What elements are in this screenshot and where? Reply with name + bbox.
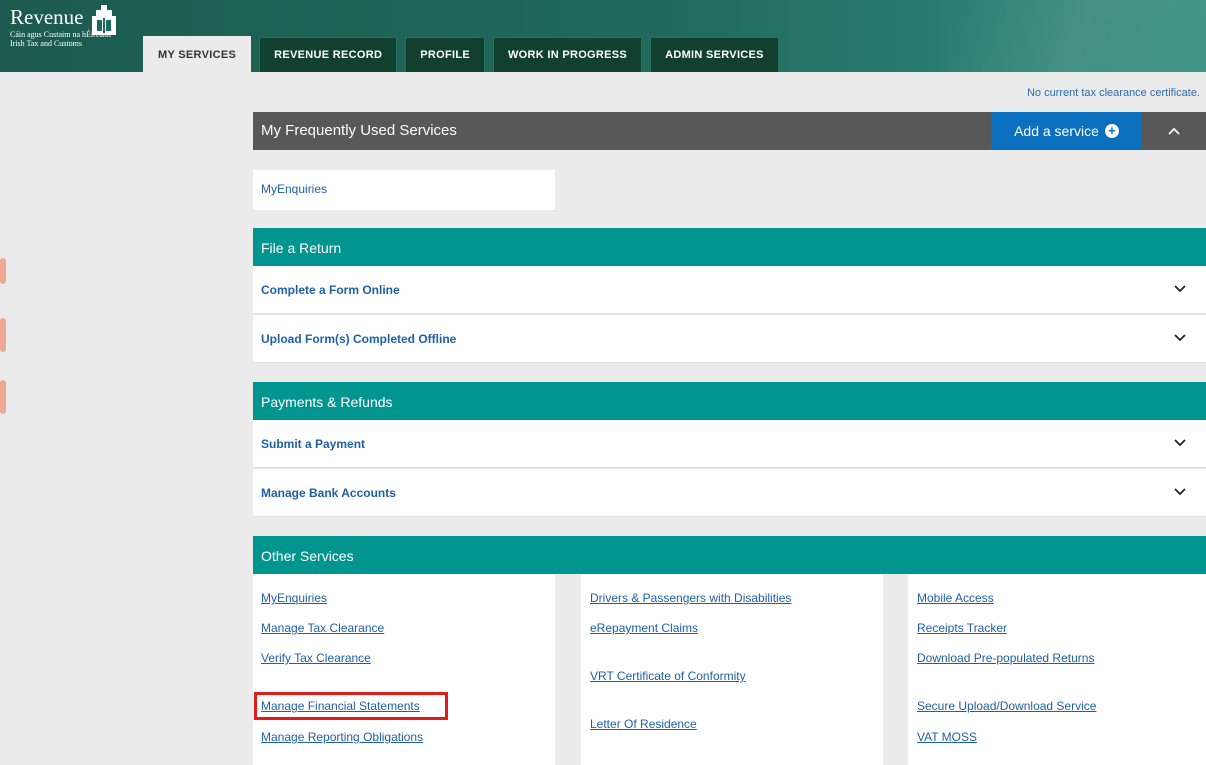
plus-circle-icon: + [1104, 124, 1119, 138]
main-nav-tabs: MY SERVICES REVENUE RECORD PROFILE WORK … [143, 36, 787, 72]
chevron-down-icon [1174, 285, 1186, 293]
tab-admin-services[interactable]: ADMIN SERVICES [650, 37, 779, 72]
edge-decoration [0, 318, 6, 352]
top-header: Revenue Cáin agus Custaim na hÉireann Ir… [0, 0, 1206, 72]
tab-revenue-record[interactable]: REVENUE RECORD [259, 37, 398, 72]
frequent-services-title: My Frequently Used Services [261, 122, 457, 139]
link-manage-reporting-obligations[interactable]: Manage Reporting Obligations [261, 730, 423, 744]
add-service-label: Add a service [1014, 123, 1099, 139]
link-erepayment-claims[interactable]: eRepayment Claims [590, 621, 698, 635]
highlight-box [254, 692, 448, 720]
link-vat-moss[interactable]: VAT MOSS [917, 730, 977, 744]
link-vrt-certificate[interactable]: VRT Certificate of Conformity [590, 669, 746, 683]
section-other-services: Other Services [253, 536, 1206, 574]
link-letter-of-residence[interactable]: Letter Of Residence [590, 717, 697, 731]
link-verify-tax-clearance[interactable]: Verify Tax Clearance [261, 651, 371, 665]
section-file-a-return: File a Return [253, 228, 1206, 266]
add-service-button[interactable]: Add a service + [991, 112, 1142, 150]
accordion-label: Upload Form(s) Completed Offline [261, 332, 457, 346]
section-payments-refunds: Payments & Refunds [253, 382, 1206, 420]
edge-decoration [0, 258, 6, 284]
accordion-label: Manage Bank Accounts [261, 486, 396, 500]
accordion-label: Submit a Payment [261, 437, 366, 451]
link-manage-tax-clearance[interactable]: Manage Tax Clearance [261, 621, 384, 635]
accordion-label: Complete a Form Online [261, 283, 400, 297]
chevron-down-icon [1174, 488, 1186, 496]
accordion-manage-bank-accounts[interactable]: Manage Bank Accounts [253, 469, 1206, 517]
accordion-complete-form-online[interactable]: Complete a Form Online [253, 266, 1206, 314]
collapse-button[interactable] [1142, 112, 1206, 150]
link-mobile-access[interactable]: Mobile Access [917, 591, 994, 605]
link-receipts-tracker[interactable]: Receipts Tracker [917, 621, 1007, 635]
link-drivers-passengers-disabilities[interactable]: Drivers & Passengers with Disabilities [590, 591, 791, 605]
tab-profile[interactable]: PROFILE [405, 37, 485, 72]
frequent-tile-myenquiries[interactable]: MyEnquiries [253, 170, 555, 210]
chevron-down-icon [1174, 439, 1186, 447]
harp-logo-icon [92, 5, 116, 35]
tax-clearance-notice[interactable]: No current tax clearance certificate. [1027, 87, 1200, 99]
tab-my-services[interactable]: MY SERVICES [143, 36, 252, 72]
header-shine [946, 0, 1206, 72]
link-download-prepopulated-returns[interactable]: Download Pre-populated Returns [917, 651, 1094, 665]
chevron-up-icon [1168, 127, 1180, 135]
accordion-submit-payment[interactable]: Submit a Payment [253, 420, 1206, 468]
link-secure-upload-download[interactable]: Secure Upload/Download Service [917, 699, 1096, 713]
logo-subtitle-english: Irish Tax and Customs [10, 39, 82, 48]
chevron-down-icon [1174, 334, 1186, 342]
tab-work-in-progress[interactable]: WORK IN PROGRESS [492, 37, 643, 72]
edge-decoration [0, 380, 6, 414]
frequent-services-bar: My Frequently Used Services Add a servic… [253, 112, 1206, 150]
accordion-upload-forms-offline[interactable]: Upload Form(s) Completed Offline [253, 315, 1206, 363]
link-myenquiries[interactable]: MyEnquiries [261, 591, 327, 605]
left-panel [8, 72, 244, 765]
